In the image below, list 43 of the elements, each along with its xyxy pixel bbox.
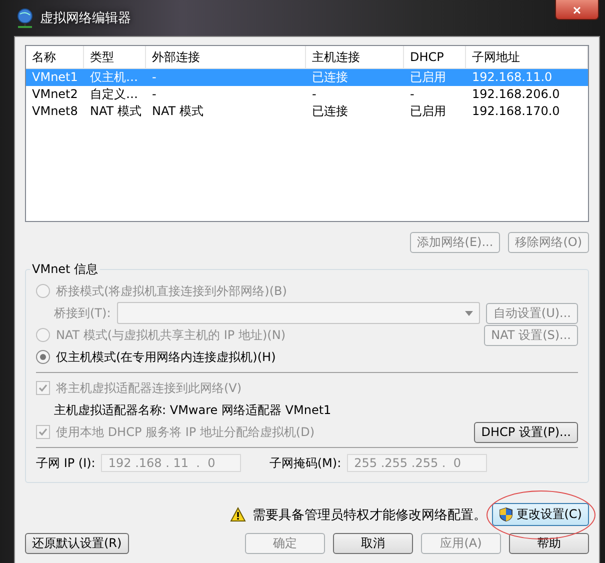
globe-network-icon [16,8,34,28]
table-cell-text: 已启用 [409,103,447,120]
subnet-ip-label: 子网 IP (I): [36,454,96,472]
table-cell: VMnet1 [26,69,84,86]
table-cell-text: VMnet8 [31,103,79,120]
subnet-mask-label: 子网掩码(M): [269,454,342,472]
table-cell: 192.168.11.0 [466,69,588,86]
table-cell-text: 192.168.170.0 [471,103,561,120]
table-cell-text: 自定义… [89,86,139,103]
radio-label: NAT 模式(与虚拟机共享主机的 IP 地址)(N) [56,326,286,344]
checkmark-icon [38,427,48,437]
window-title: 虚拟网络编辑器 [40,10,132,27]
table-cell: - [146,69,306,86]
checkmark-icon [38,383,48,393]
warning-icon [230,507,246,522]
radio-label: 桥接模式(将虚拟机直接连接到外部网络)(B) [56,282,287,300]
radio-button[interactable] [36,350,50,364]
table-cell-text: NAT 模式 [89,103,142,120]
checkbox-label: 使用本地 DHCP 服务将 IP 地址分配给虚拟机(D) [56,424,315,440]
dropdown-arrow-icon [465,310,474,316]
dialog-button[interactable]: 还原默认设置(R) [25,533,129,554]
table-cell-text: - [311,86,318,103]
group-title: VMnet 信息 [31,261,100,278]
table-cell-text: 192.168.206.0 [471,86,561,103]
checkbox-label: 将主机虚拟适配器连接到此网络(V) [56,380,242,396]
change-settings-button[interactable]: 更改设置(C) [492,503,589,526]
dhcp-settings-button[interactable]: DHCP 设置(P)... [474,422,578,442]
table-cell: 仅主机… [84,69,146,86]
table-cell: 已连接 [306,69,404,86]
table-cell-text: VMnet2 [31,86,79,103]
warning-text: 需要具备管理员特权才能修改网络配置。 [252,506,486,524]
radio-label: 仅主机模式(在专用网络内连接虚拟机)(H) [56,348,276,366]
table-cell: 已启用 [404,69,466,86]
table-cell-text: - [409,86,416,103]
table-cell-text: 已连接 [311,103,349,120]
shield-icon [499,507,514,522]
bridge-dropdown[interactable] [116,302,480,324]
dialog-button[interactable]: 取消 [333,533,413,554]
adapter-name-text: 主机虚拟适配器名称: VMware 网络适配器 VMnet1 [54,402,332,418]
table-cell-text: - [151,86,158,103]
bridge-to-label: 桥接到(T): [54,304,111,322]
close-button[interactable]: × [555,0,599,20]
table-cell-text: NAT 模式 [151,103,204,120]
